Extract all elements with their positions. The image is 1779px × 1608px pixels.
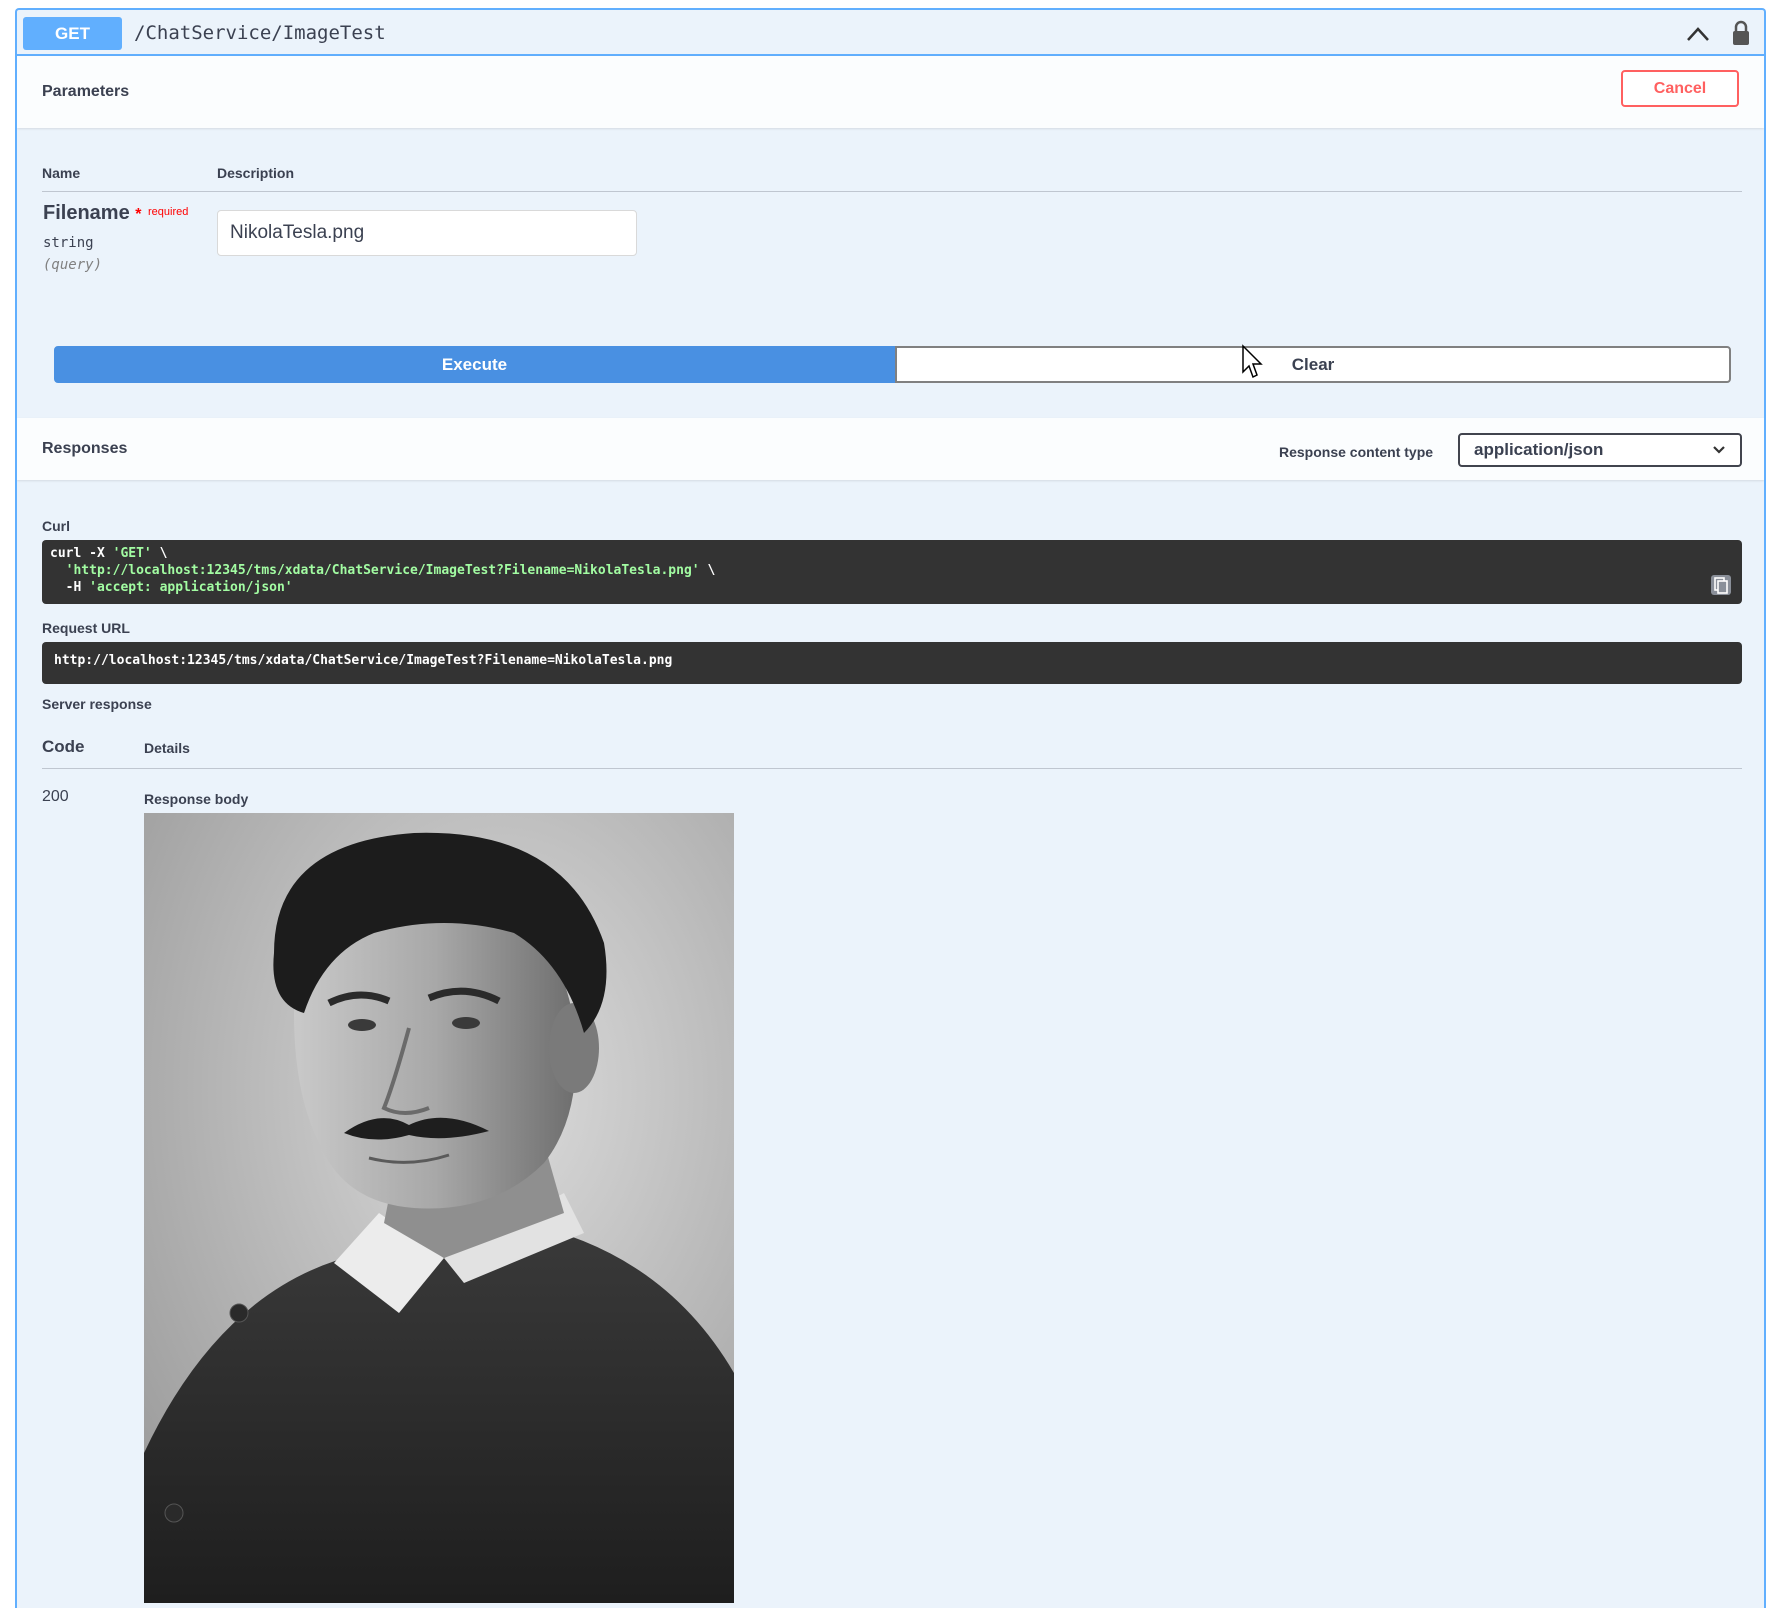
- responses-title: Responses: [42, 440, 128, 457]
- operation-block: GET /ChatService/ImageTest Parameters Ca…: [15, 8, 1766, 1608]
- operation-summary[interactable]: GET /ChatService/ImageTest: [17, 10, 1764, 56]
- response-content-type-value: application/json: [1474, 440, 1604, 459]
- response-table-divider: [42, 768, 1742, 769]
- curl-line-1: curl -X 'GET' \: [50, 546, 168, 561]
- operation-path: /ChatService/ImageTest: [134, 22, 386, 44]
- execute-button[interactable]: Execute: [54, 346, 895, 383]
- filename-input[interactable]: [217, 210, 637, 256]
- parameter-type: string: [43, 235, 94, 251]
- column-details-header: Details: [144, 740, 190, 756]
- response-content-type-select[interactable]: application/json: [1458, 433, 1742, 467]
- required-label: required: [148, 206, 189, 218]
- cancel-button[interactable]: Cancel: [1621, 70, 1739, 107]
- request-url-value: http://localhost:12345/tms/xdata/ChatSer…: [54, 653, 673, 668]
- parameter-location: (query): [43, 257, 103, 273]
- chevron-down-icon: [1713, 446, 1725, 454]
- request-url-label: Request URL: [42, 620, 130, 636]
- response-content-type-label: Response content type: [1279, 444, 1434, 460]
- column-code-header: Code: [42, 737, 85, 756]
- lock-icon[interactable]: [1731, 20, 1751, 46]
- response-status-code: 200: [42, 788, 69, 805]
- server-response-label: Server response: [42, 696, 152, 712]
- curl-line-3: -H 'accept: application/json': [50, 580, 293, 595]
- table-divider: [42, 191, 1742, 192]
- clear-button[interactable]: Clear: [895, 346, 1731, 383]
- portrait-image: [144, 813, 734, 1603]
- mouse-cursor-icon: [1242, 344, 1263, 379]
- copy-to-clipboard-icon[interactable]: [1710, 574, 1732, 596]
- request-url-block[interactable]: http://localhost:12345/tms/xdata/ChatSer…: [42, 642, 1742, 684]
- response-body-label: Response body: [144, 791, 249, 807]
- chevron-up-icon[interactable]: [1685, 24, 1711, 44]
- column-description-header: Description: [217, 165, 295, 181]
- curl-label: Curl: [42, 518, 70, 534]
- curl-code-block[interactable]: curl -X 'GET' \ 'http://localhost:12345/…: [42, 540, 1742, 604]
- parameters-header: Parameters: [17, 56, 1764, 128]
- curl-line-2: 'http://localhost:12345/tms/xdata/ChatSe…: [65, 563, 716, 578]
- response-body-image: [144, 813, 734, 1603]
- parameters-title: Parameters: [42, 83, 130, 100]
- parameter-name-text: Filename: [43, 202, 130, 224]
- column-name-header: Name: [42, 165, 81, 181]
- required-star: *: [135, 206, 142, 223]
- method-badge: GET: [23, 17, 122, 50]
- parameter-name: Filename *: [43, 202, 142, 225]
